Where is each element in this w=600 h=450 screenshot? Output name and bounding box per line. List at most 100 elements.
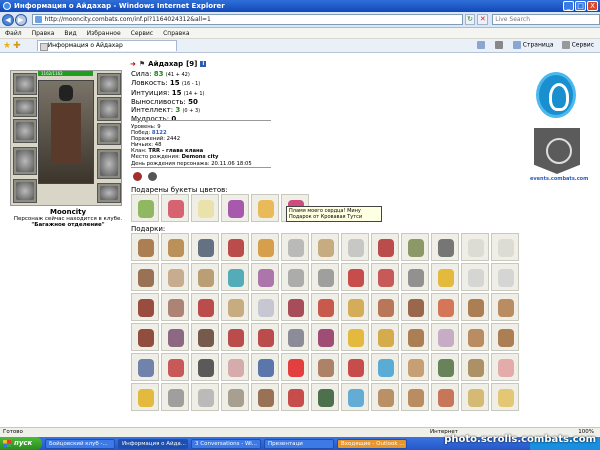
gift-item[interactable] [191, 263, 219, 291]
gift-item[interactable] [491, 383, 519, 411]
helmet-slot[interactable] [13, 73, 37, 95]
gift-item[interactable] [281, 233, 309, 261]
gift-item[interactable] [461, 293, 489, 321]
gift-item[interactable] [221, 263, 249, 291]
gift-item[interactable] [281, 293, 309, 321]
gift-item[interactable] [161, 383, 189, 411]
gift-item[interactable] [311, 263, 339, 291]
gift-item[interactable] [341, 293, 369, 321]
events-logo-icon[interactable] [536, 72, 576, 118]
gift-item[interactable] [401, 293, 429, 321]
gift-item[interactable] [221, 323, 249, 351]
legs-slot[interactable] [97, 149, 121, 179]
gift-item[interactable] [191, 233, 219, 261]
gift-item[interactable] [251, 263, 279, 291]
gift-item[interactable] [311, 233, 339, 261]
gift-item[interactable] [251, 323, 279, 351]
gift-item[interactable] [161, 323, 189, 351]
bag-icon[interactable] [148, 172, 157, 181]
gift-item[interactable] [131, 383, 159, 411]
gift-item[interactable] [161, 293, 189, 321]
menu-favorites[interactable]: Избранное [87, 30, 121, 37]
gift-item[interactable] [461, 263, 489, 291]
print-icon[interactable] [494, 41, 505, 49]
home-icon[interactable] [476, 41, 487, 49]
gift-item[interactable] [281, 323, 309, 351]
gift-item[interactable] [341, 233, 369, 261]
events-link[interactable]: events.combats.com [530, 176, 588, 182]
menu-tools[interactable]: Сервис [131, 30, 153, 37]
task-button[interactable]: Информация о Айда... [118, 438, 188, 449]
minimize-button[interactable]: _ [563, 1, 574, 11]
gift-item[interactable] [221, 233, 249, 261]
earring-slot[interactable] [97, 73, 121, 95]
gift-item[interactable] [311, 353, 339, 381]
gift-item[interactable] [491, 263, 519, 291]
gift-item[interactable] [371, 323, 399, 351]
maximize-button[interactable]: □ [575, 1, 586, 11]
gift-item[interactable] [131, 353, 159, 381]
belt-slot[interactable] [13, 179, 37, 203]
gift-item[interactable] [221, 353, 249, 381]
search-input[interactable]: Live Search [492, 14, 600, 25]
forward-button[interactable]: ▶ [14, 13, 27, 26]
gift-item[interactable] [341, 353, 369, 381]
back-button[interactable]: ◀ [2, 13, 14, 26]
gift-item[interactable] [491, 293, 519, 321]
shield-slot[interactable] [97, 123, 121, 145]
flower-bouquet[interactable] [221, 194, 249, 222]
gift-item[interactable] [491, 353, 519, 381]
trauma-icon[interactable] [133, 172, 142, 181]
task-button[interactable]: Презентаци [264, 438, 334, 449]
gift-item[interactable] [491, 323, 519, 351]
gift-item[interactable] [371, 353, 399, 381]
gloves-slot[interactable] [97, 97, 121, 121]
menu-file[interactable]: Файл [5, 30, 22, 37]
gift-item[interactable] [191, 383, 219, 411]
task-button[interactable]: 3 Conversations - Wi... [191, 438, 261, 449]
gift-item[interactable] [251, 233, 279, 261]
gift-item[interactable] [281, 353, 309, 381]
flower-bouquet[interactable] [161, 194, 189, 222]
gift-item[interactable] [131, 323, 159, 351]
gift-item[interactable] [431, 353, 459, 381]
gift-item[interactable] [371, 233, 399, 261]
gift-item[interactable] [371, 293, 399, 321]
gift-item[interactable] [311, 323, 339, 351]
stop-button[interactable]: ✕ [477, 14, 489, 25]
gift-item[interactable] [461, 383, 489, 411]
menu-edit[interactable]: Правка [32, 30, 55, 37]
gift-item[interactable] [221, 293, 249, 321]
favorites-star-icon[interactable]: ★ [3, 41, 11, 51]
tab-info[interactable]: Информация о Айдахар [36, 40, 177, 51]
menu-view[interactable]: Вид [64, 30, 76, 37]
gift-item[interactable] [431, 323, 459, 351]
gift-item[interactable] [161, 233, 189, 261]
gift-item[interactable] [371, 263, 399, 291]
add-favorite-icon[interactable]: ✚ [13, 41, 21, 51]
gift-item[interactable] [131, 233, 159, 261]
gift-item[interactable] [341, 383, 369, 411]
gift-item[interactable] [401, 233, 429, 261]
armor-slot[interactable] [13, 147, 37, 175]
gift-item[interactable] [221, 383, 249, 411]
amulet-slot[interactable] [13, 97, 37, 117]
tools-menu[interactable]: Сервис [561, 41, 594, 49]
gift-item[interactable] [311, 293, 339, 321]
gift-item[interactable] [491, 233, 519, 261]
gift-item[interactable] [461, 233, 489, 261]
gift-item[interactable] [281, 263, 309, 291]
gift-item[interactable] [401, 383, 429, 411]
gift-item[interactable] [251, 383, 279, 411]
gift-item[interactable] [401, 263, 429, 291]
gift-item[interactable] [191, 353, 219, 381]
task-button[interactable]: Входящие - Outlook ... [337, 438, 407, 449]
close-button[interactable]: X [587, 1, 598, 11]
gift-item[interactable] [371, 383, 399, 411]
task-button[interactable]: Бойцовский клуб -... [45, 438, 115, 449]
url-input[interactable]: http://mooncity.combats.com/inf.pl?11640… [31, 14, 463, 25]
gift-item[interactable] [431, 263, 459, 291]
page-menu[interactable]: Страница [512, 41, 554, 49]
gift-item[interactable] [401, 323, 429, 351]
gift-item[interactable] [461, 323, 489, 351]
